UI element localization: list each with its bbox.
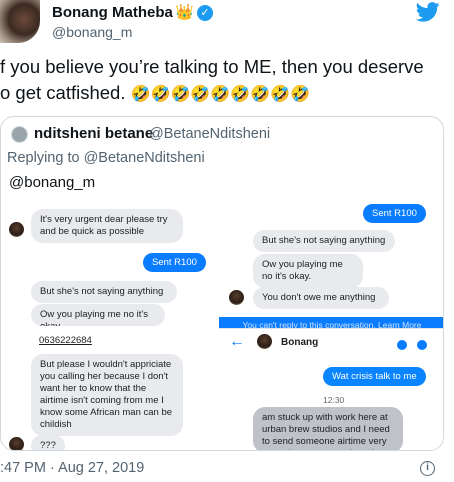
message-not-saying-right: But she's not saying anything	[253, 230, 395, 252]
message-dont-call: But please I wouldn't appriciate you cal…	[31, 354, 183, 436]
sent-r100-left: Sent R100	[143, 253, 206, 272]
sent-r100-right: Sent R100	[363, 204, 426, 223]
quoted-tweet-card[interactable]: nditsheni betane @BetaneNditsheni Replyi…	[0, 116, 444, 451]
quote-mention[interactable]: @bonang_m	[9, 174, 95, 191]
phone-icon	[397, 340, 407, 350]
messenger-header: ← Bonang	[219, 328, 443, 355]
message-question: ???	[31, 435, 65, 450]
author-avatar[interactable]	[0, 0, 40, 43]
message-urgent: It's very urgent dear please try and be …	[31, 209, 183, 243]
chat-avatar	[9, 222, 24, 237]
replying-handle[interactable]: @BetaneNditsheni	[84, 150, 205, 166]
tweet-text: f you believe you’re talking to ME, then…	[0, 54, 450, 108]
call-video-icons	[387, 337, 427, 355]
chat-avatar-right	[229, 290, 244, 305]
replying-prefix: Replying to	[7, 150, 80, 166]
author-handle[interactable]: @bonang_m	[52, 24, 132, 40]
replying-to: Replying to @BetaneNditsheni	[7, 150, 205, 166]
crown-emoji: 👑	[175, 4, 194, 21]
info-icon[interactable]: i	[420, 461, 435, 476]
message-time: 12:30	[323, 395, 345, 405]
quote-author-avatar[interactable]	[11, 126, 28, 143]
tweet-line-1: f you believe you’re talking to ME, then…	[0, 56, 424, 77]
chat-screenshots-image: It's very urgent dear please try and be …	[1, 201, 443, 450]
message-playing-right: Ow you playing me no it's okay.	[253, 254, 363, 288]
video-icon	[417, 340, 427, 350]
chat-avatar-2	[9, 437, 24, 450]
tweet-line-2: o get catfished.	[0, 82, 126, 103]
message-not-saying: But she's not saying anything	[31, 281, 177, 303]
quote-author-name[interactable]: nditsheni betane	[34, 125, 153, 142]
message-wat-crisis: Wat crisis talk to me	[323, 367, 426, 386]
contact-avatar	[257, 334, 272, 349]
message-playing-me-text: Ow you playing me no it's	[40, 309, 148, 320]
contact-name: Bonang	[281, 337, 319, 348]
rofl-emojis: 🤣🤣🤣🤣🤣🤣🤣🤣🤣	[130, 86, 310, 103]
message-dont-owe: You don't owe me anything	[253, 287, 389, 309]
message-playing-me-cut: okay	[40, 321, 60, 326]
phone-number-link: 0636222684	[39, 335, 92, 346]
message-playing-me: Ow you playing me no it'sokay	[31, 304, 165, 326]
twitter-bird-icon[interactable]	[416, 2, 440, 22]
message-stuck-work: am stuck up with work here at urban brew…	[253, 407, 403, 450]
quote-author-handle[interactable]: @BetaneNditsheni	[149, 126, 270, 142]
tweet-timestamp[interactable]: :47 PM · Aug 27, 2019	[0, 460, 144, 476]
verified-badge-icon: ✓	[197, 5, 213, 21]
author-name[interactable]: Bonang Matheba	[52, 4, 173, 21]
back-arrow-icon: ←	[229, 333, 245, 350]
